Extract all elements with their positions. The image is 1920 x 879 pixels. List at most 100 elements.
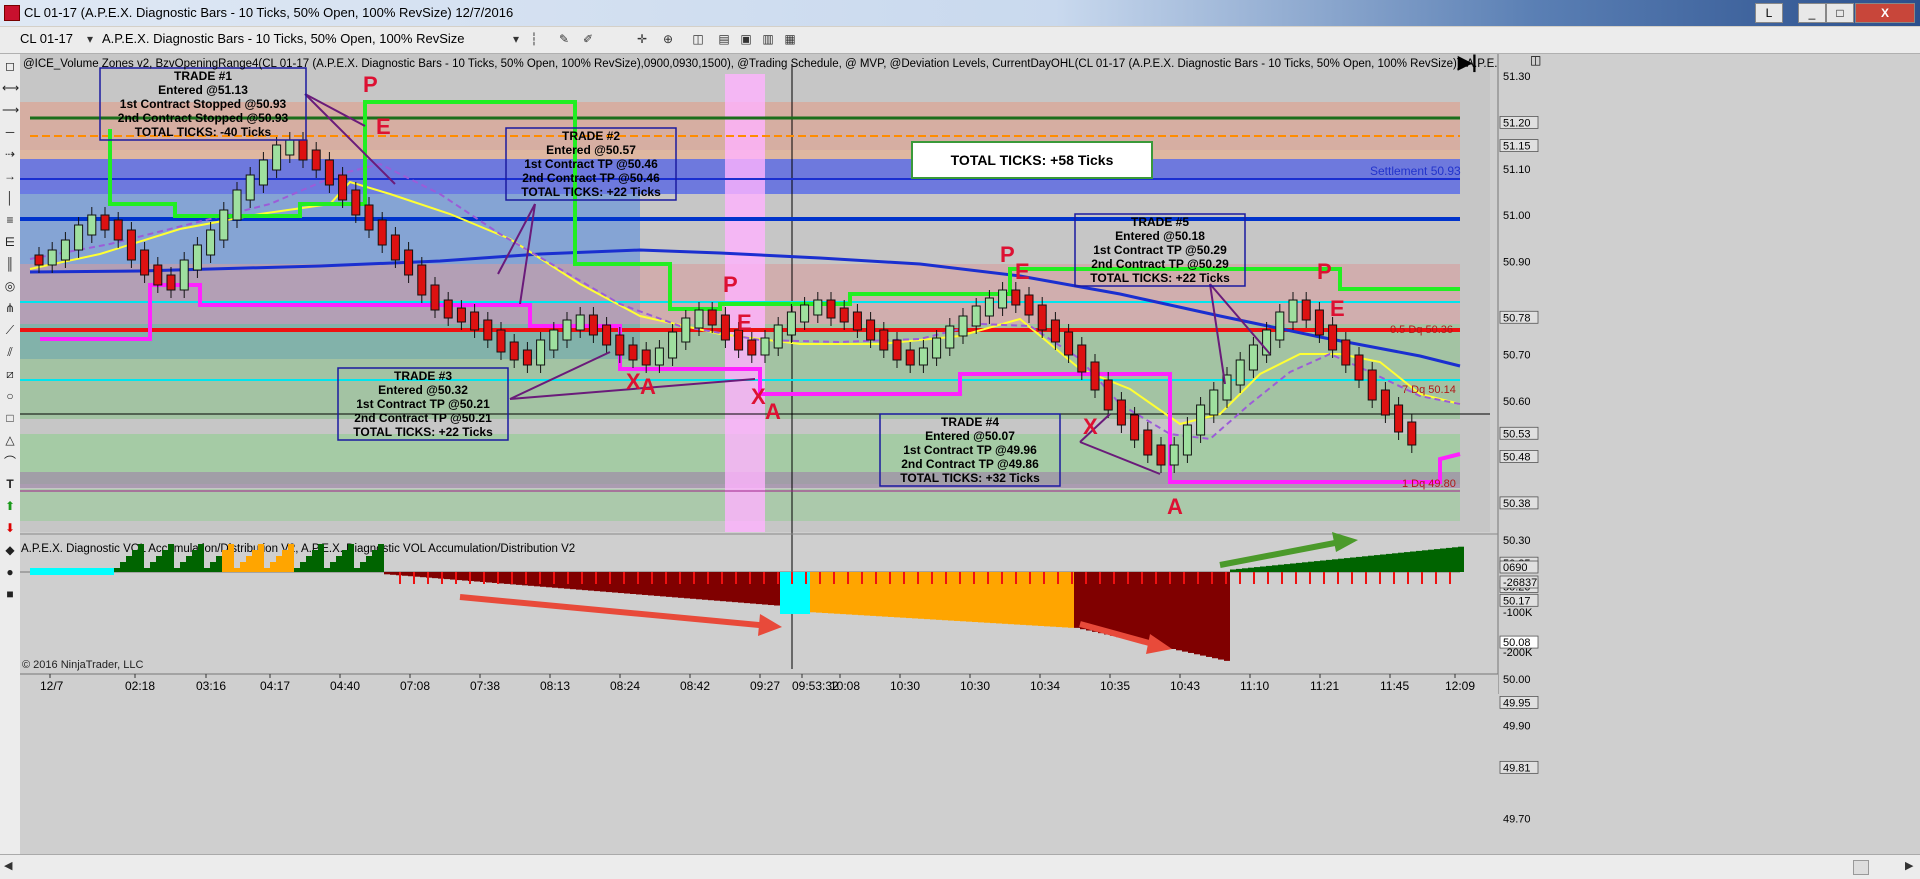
marker-x: X — [626, 369, 641, 394]
volume-bar — [1362, 556, 1368, 572]
minimize-button[interactable]: _ — [1798, 3, 1826, 23]
chart-panel[interactable]: TRADE #1 Entered @51.13 1st Contract Stopp… — [20, 52, 1920, 854]
trade-title: TRADE #4 — [941, 415, 999, 429]
volume-bar — [840, 572, 846, 615]
time-label: 12/7 — [40, 679, 64, 693]
volume-bar — [1338, 558, 1344, 572]
scroll-right-icon[interactable]: ▶ — [1905, 859, 1913, 872]
copyright: © 2016 NinjaTrader, LLC — [22, 659, 143, 671]
volume-bar — [36, 568, 42, 575]
panel-settings-icon[interactable]: ◫ — [1530, 53, 1541, 67]
volume-bar — [948, 572, 954, 621]
volume-bar — [1284, 564, 1290, 572]
candle — [87, 214, 97, 236]
candle — [602, 324, 612, 346]
indicator-icon[interactable]: ▦ — [782, 31, 798, 47]
lower-panel-header: A.P.E.X. Diagnostic VOL Accumulation/Dis… — [21, 543, 575, 555]
candle — [34, 254, 44, 266]
marker-a: A — [640, 374, 656, 399]
split-icon[interactable]: ◫ — [690, 31, 706, 47]
horizontal-line-icon[interactable]: ─ — [2, 124, 18, 140]
bar-type-selector[interactable]: A.P.E.X. Diagnostic Bars - 10 Ticks, 50%… — [98, 30, 516, 48]
regression-icon[interactable]: ⧄ — [2, 366, 18, 382]
line-icon[interactable]: ⟷ — [2, 80, 19, 96]
trade-line: 2nd Contract TP @50.29 — [1091, 257, 1229, 271]
close-button[interactable]: X — [1855, 3, 1915, 23]
time-label: 08:42 — [680, 679, 710, 693]
text-icon[interactable]: T — [2, 476, 18, 492]
dot-icon[interactable]: ● — [2, 564, 18, 580]
scroll-left-icon[interactable]: ◀ — [4, 859, 12, 872]
pencil-icon[interactable]: ✎ — [556, 31, 572, 47]
candle — [100, 214, 110, 231]
marker-e: E — [1015, 259, 1030, 284]
volume-bar — [54, 568, 60, 575]
volume-bar — [966, 572, 972, 622]
triangle-icon[interactable]: △ — [2, 432, 18, 448]
arrow-up-icon[interactable]: ⬆ — [2, 498, 18, 514]
arrow-down-icon[interactable]: ⬇ — [2, 520, 18, 536]
time-label: 10:34 — [1030, 679, 1060, 693]
marker-p: P — [723, 272, 738, 297]
volume-bar — [192, 550, 198, 572]
arrow-line-icon[interactable]: → — [2, 168, 18, 184]
chevron-down-icon[interactable]: ▾ — [508, 31, 524, 47]
scroll-thumb[interactable] — [1853, 860, 1869, 875]
horizontal-scrollbar[interactable]: ◀ ▶ — [0, 854, 1920, 879]
price-label: 51.20 — [1503, 117, 1531, 129]
volume-bar — [390, 572, 396, 575]
vertical-line-icon[interactable]: │ — [2, 190, 18, 206]
volume-bar — [738, 572, 744, 603]
bar-style-icon[interactable]: ┆ — [526, 31, 542, 47]
arc-icon[interactable]: ⌒ — [2, 454, 18, 470]
time-label: 10:35 — [1100, 679, 1130, 693]
strategy-icon[interactable]: ▥ — [760, 31, 776, 47]
andrews-icon[interactable]: ⋔ — [2, 300, 18, 316]
ray-icon[interactable]: ⟶ — [2, 102, 19, 118]
candle — [575, 314, 585, 331]
maximize-button[interactable]: □ — [1826, 3, 1854, 23]
pointer-icon[interactable]: ◻ — [2, 58, 18, 74]
trend-channel-icon[interactable]: ⫽ — [2, 344, 18, 360]
chart-toolbar: CL 01-17 ▾ A.P.E.X. Diagnostic Bars - 10… — [0, 27, 1920, 54]
volume-bar — [318, 544, 324, 572]
rectangle-icon[interactable]: □ — [2, 410, 18, 426]
candle — [879, 329, 889, 351]
volume-bar — [1230, 569, 1236, 572]
extra-button[interactable]: L — [1755, 3, 1783, 23]
brush-icon[interactable]: ✐ — [580, 31, 596, 47]
ellipse-icon[interactable]: ○ — [2, 388, 18, 404]
volume-bar — [1158, 572, 1164, 647]
zoom-icon[interactable]: ⊕ — [660, 31, 676, 47]
crosshair-icon[interactable]: ✛ — [634, 31, 650, 47]
volume-bar — [78, 568, 84, 575]
trade-line: TOTAL TICKS: -40 Ticks — [135, 125, 272, 139]
fib-icon[interactable]: ≡ — [2, 212, 18, 228]
fib-circle-icon[interactable]: ◎ — [2, 278, 18, 294]
diamond-icon[interactable]: ◆ — [2, 542, 18, 558]
extended-line-icon[interactable]: ⇢ — [2, 146, 18, 162]
volume-bar — [1350, 557, 1356, 572]
gann-icon[interactable]: ⟋ — [2, 322, 18, 338]
fib-time-icon[interactable]: ║ — [2, 256, 18, 272]
properties-icon[interactable]: ▤ — [716, 31, 732, 47]
time-label: 04:17 — [260, 679, 290, 693]
fib-ext-icon[interactable]: ⋿ — [2, 234, 18, 250]
data-box-icon[interactable]: ▣ — [738, 31, 754, 47]
candle — [1354, 354, 1364, 381]
play-icon[interactable]: ▶| — [1457, 52, 1477, 72]
candle — [377, 219, 387, 246]
candle — [430, 284, 440, 311]
trade-line: 1st Contract TP @49.96 — [903, 443, 1037, 457]
chevron-down-icon[interactable]: ▾ — [82, 31, 98, 47]
candle — [219, 209, 229, 241]
marker-e: E — [1330, 296, 1345, 321]
square-icon[interactable]: ■ — [2, 586, 18, 602]
candle — [694, 309, 704, 329]
candle — [47, 249, 57, 266]
volume-bar — [1266, 565, 1272, 572]
volume-bar — [294, 568, 300, 572]
volume-bar — [1344, 558, 1350, 572]
candle — [615, 334, 625, 356]
volume-bar — [354, 568, 360, 572]
